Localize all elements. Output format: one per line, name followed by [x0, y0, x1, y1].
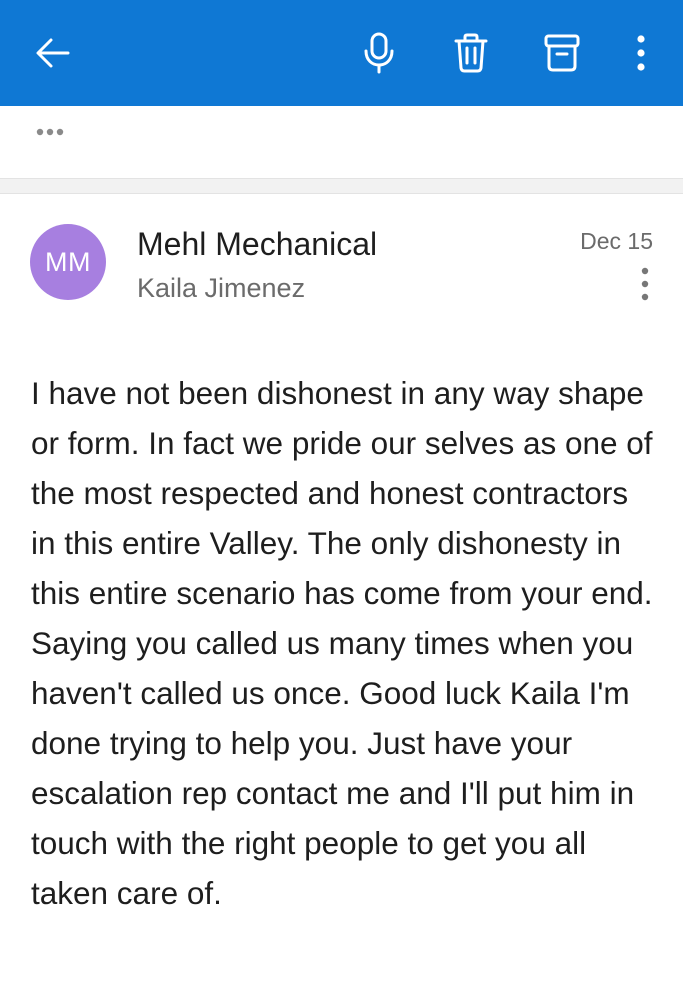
sender-name: Mehl Mechanical [137, 226, 378, 262]
arrow-left-icon [36, 38, 70, 68]
message-options-button[interactable] [629, 262, 661, 306]
avatar-initials: MM [45, 246, 91, 277]
more-vertical-icon [641, 267, 649, 301]
app-toolbar [0, 0, 683, 106]
delete-button[interactable] [443, 25, 499, 81]
trash-icon [454, 33, 488, 73]
more-vertical-icon [637, 35, 645, 71]
message-body: I have not been dishonest in any way sha… [31, 375, 653, 911]
message-date: Dec 15 [580, 228, 653, 254]
back-button[interactable] [25, 25, 81, 81]
thread-collapsed-bar [0, 106, 683, 178]
more-horizontal-icon [36, 128, 64, 136]
section-divider [0, 178, 683, 194]
more-options-button[interactable] [613, 25, 669, 81]
archive-icon [544, 34, 580, 72]
dictate-button[interactable] [351, 25, 407, 81]
expand-thread-button[interactable] [30, 120, 78, 144]
sender-avatar[interactable]: MM [30, 224, 106, 300]
archive-button[interactable] [534, 25, 590, 81]
recipient-name: Kaila Jimenez [137, 273, 306, 303]
microphone-icon [364, 32, 394, 74]
